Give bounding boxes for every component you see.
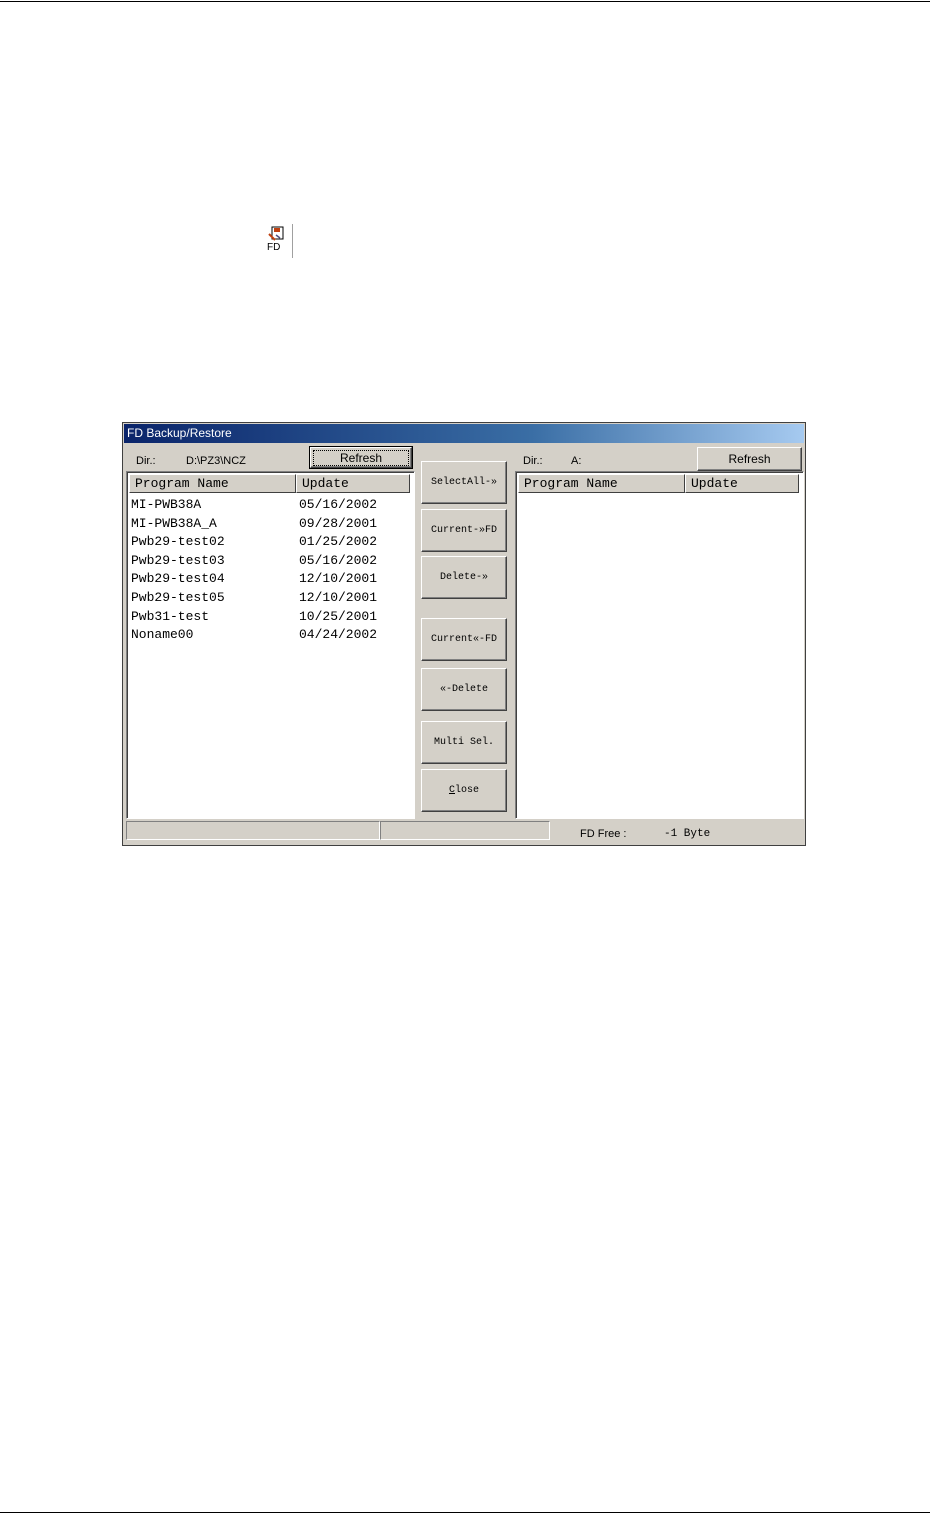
program-name-cell: Pwb29-test05 bbox=[131, 590, 225, 605]
local-dir-value: D:\PZ3\NCZ bbox=[186, 455, 246, 467]
close-label: Close bbox=[449, 785, 479, 796]
fd-dir-label: Dir.: bbox=[523, 455, 543, 467]
current-from-fd-label: Current«-FD bbox=[430, 634, 497, 645]
page-bottom-rule bbox=[0, 1512, 930, 1513]
local-col-update[interactable]: Update bbox=[296, 474, 410, 493]
status-cell-progress bbox=[380, 821, 550, 840]
fd-refresh-label: Refresh bbox=[728, 452, 771, 466]
update-date-cell: 04/24/2002 bbox=[299, 627, 378, 643]
local-dir-label: Dir.: bbox=[136, 455, 156, 467]
fd-icon-label: FD bbox=[267, 242, 281, 253]
program-name-cell: Pwb29-test03 bbox=[131, 552, 225, 568]
fd-refresh-button[interactable]: Refresh bbox=[697, 447, 802, 471]
update-date-cell: 05/16/2002 bbox=[299, 552, 378, 568]
status-bar: FD Free : -1 Byte bbox=[124, 819, 804, 844]
toolbar-separator-highlight bbox=[293, 224, 294, 258]
close-button[interactable]: Close bbox=[421, 769, 507, 812]
program-name-cell: MI-PWB38A bbox=[131, 497, 202, 512]
update-date-cell: 12/10/2001 bbox=[299, 571, 378, 587]
update-date-cell: 12/10/2001 bbox=[299, 590, 378, 605]
title-bar[interactable]: FD Backup/Restore bbox=[124, 424, 804, 443]
current-from-fd-button[interactable]: Current«-FD bbox=[421, 618, 507, 661]
fd-pane: Dir.: A: Refresh Program Name Update bbox=[515, 445, 804, 819]
fd-program-list[interactable]: Program Name Update bbox=[515, 471, 804, 819]
local-col-program-name[interactable]: Program Name bbox=[129, 474, 296, 493]
close-label-rest: lose bbox=[455, 785, 480, 796]
delete-left-label: «-Delete bbox=[439, 684, 488, 695]
current-to-fd-label: Current-»FD bbox=[430, 525, 497, 536]
fd-col-program-name[interactable]: Program Name bbox=[518, 474, 685, 493]
status-cell-left bbox=[126, 821, 380, 840]
local-program-list[interactable]: Program Name Update MI-PWB38A 05/16/2002 M… bbox=[126, 471, 415, 819]
local-refresh-label: Refresh bbox=[312, 449, 410, 466]
fd-free-value: -1 Byte bbox=[664, 828, 711, 840]
current-to-fd-button[interactable]: Current-»FD bbox=[421, 509, 507, 552]
delete-fd-button[interactable]: Delete-» bbox=[421, 556, 507, 599]
select-all-to-fd-button[interactable]: SelectAll-» bbox=[421, 461, 507, 504]
update-date-cell: 10/25/2001 bbox=[299, 608, 378, 624]
fd-dir-value: A: bbox=[571, 455, 582, 467]
fd-backup-restore-dialog: FD Backup/Restore Dir.: D:\PZ3\NCZ Refre… bbox=[122, 422, 806, 846]
update-date-cell: 01/25/2002 bbox=[299, 534, 378, 550]
program-name-cell: Pwb29-test02 bbox=[131, 534, 225, 550]
fd-backup-toolbar-button[interactable]: FD bbox=[260, 224, 294, 258]
program-name-cell: Noname00 bbox=[131, 627, 194, 643]
local-pane: Dir.: D:\PZ3\NCZ Refresh Program Name Up… bbox=[126, 445, 416, 819]
multi-sel-label: Multi Sel. bbox=[433, 737, 494, 748]
program-name-cell: MI-PWB38A_A bbox=[131, 515, 217, 531]
program-name-cell: Pwb29-test04 bbox=[131, 571, 225, 587]
update-date-cell: 05/16/2002 bbox=[299, 497, 378, 512]
delete-right-label: Delete-» bbox=[439, 572, 488, 583]
window-title: FD Backup/Restore bbox=[127, 426, 232, 440]
local-refresh-button[interactable]: Refresh bbox=[309, 446, 413, 469]
multi-select-button[interactable]: Multi Sel. bbox=[421, 721, 507, 764]
fd-free-label: FD Free : bbox=[580, 828, 627, 840]
delete-local-button[interactable]: «-Delete bbox=[421, 668, 507, 711]
fd-col-update[interactable]: Update bbox=[685, 474, 799, 493]
select-all-label: SelectAll-» bbox=[430, 477, 497, 488]
update-date-cell: 09/28/2001 bbox=[299, 515, 378, 531]
program-name-cell: Pwb31-test bbox=[131, 608, 210, 624]
page-top-rule bbox=[0, 1, 930, 2]
